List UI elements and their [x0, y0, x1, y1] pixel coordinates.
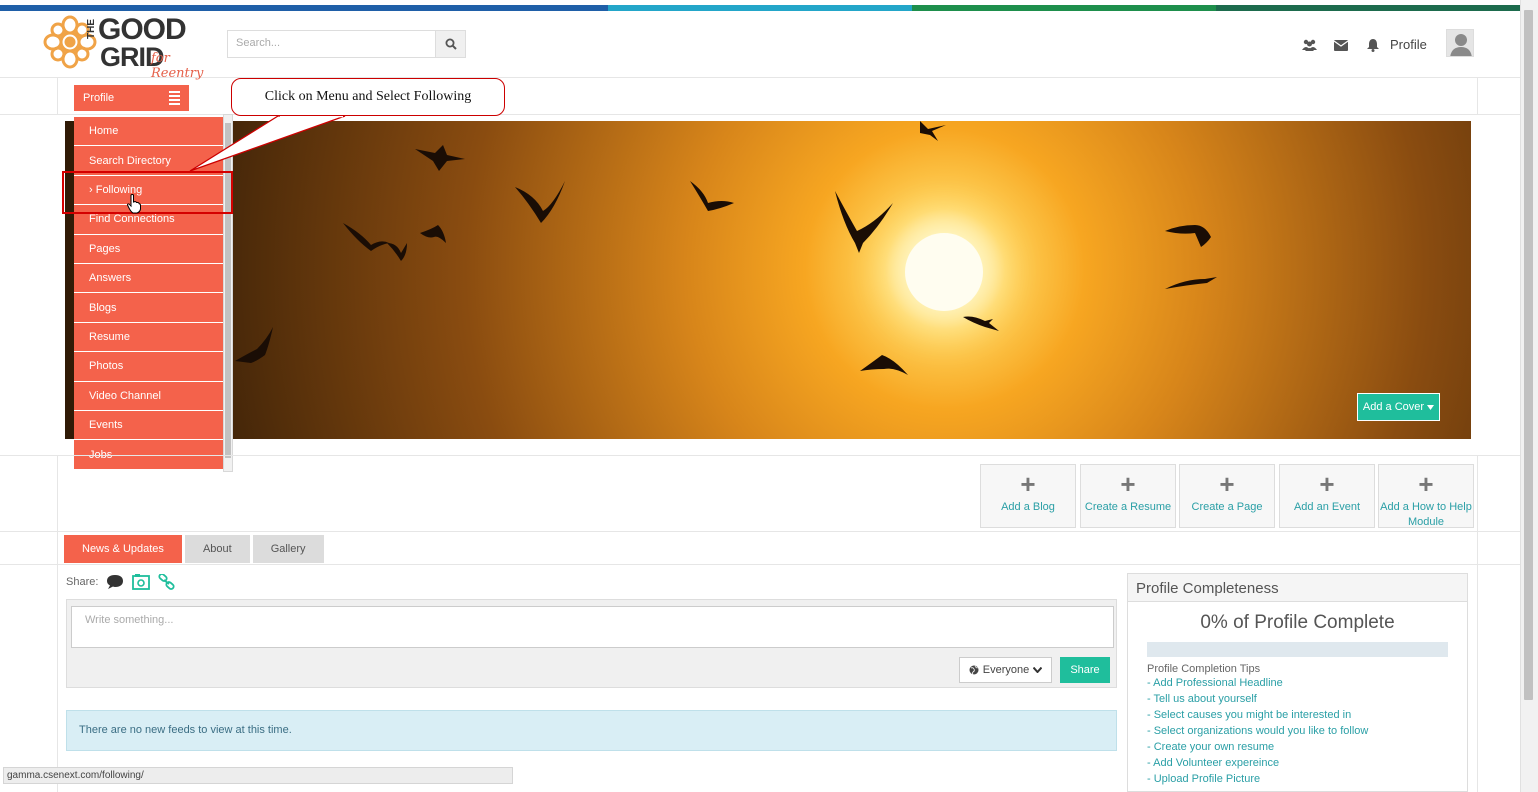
annotation-callout: Click on Menu and Select Following [231, 78, 505, 116]
page: { "header": { "logo": {"the": "THE", "go… [0, 0, 1538, 792]
post-composer: Write something... Everyone Share [66, 599, 1117, 688]
share-label: Share: [66, 576, 99, 588]
menu-item-resume[interactable]: Resume [74, 322, 223, 353]
completion-tip-link[interactable]: - Tell us about yourself [1147, 691, 1448, 707]
action-tile-create-a-resume[interactable]: + Create a Resume [1080, 464, 1176, 528]
plus-icon: + [1020, 469, 1036, 499]
tab-about[interactable]: About [184, 535, 250, 563]
action-tile-create-a-page[interactable]: + Create a Page [1179, 464, 1275, 528]
completion-tip-link[interactable]: - Add Professional Headline [1147, 675, 1448, 691]
bell-icon[interactable] [1357, 36, 1389, 54]
page-scrollbar[interactable] [1520, 0, 1538, 792]
completeness-percent: 0% of Profile Complete [1200, 612, 1395, 633]
gutter-line [1477, 455, 1478, 792]
profile-menu-button[interactable]: Profile [74, 85, 189, 111]
hamburger-icon [169, 91, 180, 105]
completeness-progress-bar [1147, 642, 1448, 657]
action-tile-label: Create a Resume [1084, 501, 1172, 513]
plus-icon: + [1319, 469, 1335, 499]
user-silhouette-icon [1450, 34, 1472, 56]
action-tile-add-an-event[interactable]: + Add an Event [1279, 464, 1375, 528]
completion-tip-link[interactable]: - Create your own resume [1147, 739, 1448, 755]
birds-silhouettes [235, 121, 1217, 375]
action-tile-add-a-how-to-help-module[interactable]: + Add a How to Help Module [1378, 464, 1474, 528]
empty-feed-alert: There are no new feeds to view at this t… [66, 710, 1117, 751]
gutter-line [1477, 78, 1478, 115]
menu-item-video-channel[interactable]: Video Channel [74, 381, 223, 411]
browser-status-url: gamma.csenext.com/following/ [3, 767, 513, 784]
hand-cursor-icon [127, 194, 141, 214]
completion-tip-link[interactable]: - Select organizations would you like to… [1147, 723, 1448, 739]
chevron-down-icon [1033, 667, 1043, 673]
link-icon[interactable] [158, 574, 176, 590]
header-icons [1293, 36, 1389, 54]
annotation-highlight [62, 171, 233, 214]
plus-icon: + [1418, 469, 1434, 499]
tab-gallery[interactable]: Gallery [252, 535, 324, 563]
photo-icon[interactable] [132, 574, 151, 590]
status-bubble-icon[interactable] [106, 574, 124, 590]
tips-title: Profile Completion Tips [1147, 663, 1261, 675]
menu-item-answers[interactable]: Answers [74, 263, 223, 294]
search-button[interactable] [435, 30, 466, 58]
menu-item-home[interactable]: Home [74, 117, 223, 147]
tips-list: - Add Professional Headline - Tell us abo… [1128, 675, 1467, 787]
menu-button-label: Profile [83, 92, 115, 104]
action-tile-label: Add a Blog [1001, 501, 1055, 513]
site-header: THE GOOD GRID for Reentry Search... Prof… [0, 11, 1520, 81]
search-input[interactable]: Search... [227, 30, 436, 58]
completion-tip-link[interactable]: - Add Volunteer expereince [1147, 755, 1448, 771]
action-tile-add-a-blog[interactable]: + Add a Blog [980, 464, 1076, 528]
action-tile-label: Add a How to Help Module [1380, 501, 1472, 528]
add-cover-button[interactable]: Add a Cover [1357, 393, 1440, 421]
globe-icon [969, 665, 979, 675]
profile-dropdown-menu: Home Search Directory › Following Find Conn… [74, 117, 223, 470]
add-cover-label: Add a Cover [1362, 401, 1425, 413]
caret-down-icon [1427, 404, 1435, 410]
profile-completeness-panel: Profile Completeness 0% of Profile Compl… [1127, 573, 1468, 792]
dropdown-scrollbar[interactable] [223, 114, 233, 472]
friends-icon[interactable] [1293, 36, 1325, 54]
audience-label: Everyone [982, 664, 1030, 676]
search-icon [445, 38, 457, 50]
logo-reentry: for Reentry [151, 51, 204, 81]
profile-subbar [0, 78, 1520, 115]
profile-tabs: News & Updates About Gallery [64, 535, 324, 563]
share-row: Share: [66, 572, 176, 592]
avatar[interactable] [1446, 29, 1474, 57]
menu-item-pages[interactable]: Pages [74, 234, 223, 264]
menu-item-events[interactable]: Events [74, 410, 223, 441]
plus-icon: + [1219, 469, 1235, 499]
profile-link[interactable]: Profile [1390, 37, 1427, 52]
envelope-icon[interactable] [1325, 36, 1357, 54]
good-grid-logo[interactable]: THE GOOD GRID for Reentry [42, 13, 217, 81]
action-tile-label: Add an Event [1293, 501, 1361, 513]
menu-item-blogs[interactable]: Blogs [74, 293, 223, 323]
post-textarea[interactable]: Write something... [71, 606, 1114, 648]
completeness-title: Profile Completeness [1128, 574, 1467, 602]
completion-tip-link[interactable]: - Select causes you might be interested … [1147, 707, 1448, 723]
gutter-line [57, 78, 58, 115]
plus-icon: + [1120, 469, 1136, 499]
share-button[interactable]: Share [1060, 657, 1110, 683]
logo-the: THE [86, 19, 97, 39]
action-tile-label: Create a Page [1191, 501, 1263, 513]
page-scrollbar-thumb[interactable] [1524, 10, 1533, 700]
menu-item-photos[interactable]: Photos [74, 352, 223, 382]
tab-news-updates[interactable]: News & Updates [64, 535, 182, 563]
gutter-line [57, 455, 58, 792]
cover-photo [65, 121, 1471, 439]
audience-select[interactable]: Everyone [959, 657, 1052, 683]
completion-tip-link[interactable]: - Upload Profile Picture [1147, 771, 1448, 787]
tab-divider [0, 564, 1520, 565]
